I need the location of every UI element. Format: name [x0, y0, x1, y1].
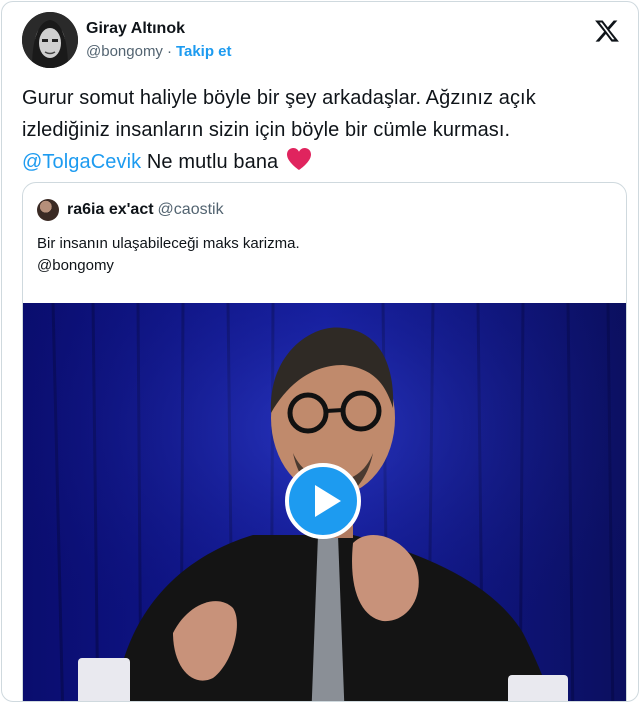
- tweet-embed-card: Giray Altınok @bongomy · Takip et Gurur so…: [1, 1, 639, 702]
- author-meta: @bongomy · Takip et: [86, 41, 232, 63]
- play-button-icon[interactable]: [285, 463, 361, 539]
- author-handle[interactable]: @bongomy: [86, 43, 163, 60]
- quoted-author-name[interactable]: ra6ia ex'act: [67, 201, 154, 218]
- follow-button[interactable]: Takip et: [176, 43, 232, 60]
- quoted-tweet-text: Bir insanın ulaşabileceği maks karizma. …: [37, 233, 300, 277]
- author-name[interactable]: Giray Altınok: [86, 19, 232, 39]
- avatar-image: [22, 12, 78, 68]
- red-heart-icon: [286, 148, 311, 170]
- video-thumbnail[interactable]: [23, 303, 626, 701]
- tweet-header: Giray Altınok @bongomy · Takip et: [22, 12, 622, 72]
- meta-separator: ·: [166, 43, 172, 60]
- tweet-text-line3: @TolgaCevik Ne mutlu bana: [22, 146, 618, 178]
- quoted-author-handle[interactable]: @caostik: [158, 201, 224, 218]
- tweet-text-line2: izlediğiniz insanların sizin için böyle …: [22, 119, 511, 141]
- mention-link[interactable]: @TolgaCevik: [22, 151, 141, 173]
- quoted-text-line2: @bongomy: [37, 257, 114, 274]
- tweet-text-tail: Ne mutlu bana: [141, 151, 279, 173]
- quoted-text-line1: Bir insanın ulaşabileceği maks karizma.: [37, 235, 300, 252]
- quoted-author: ra6ia ex'act @caostik: [67, 201, 224, 219]
- author-info: Giray Altınok @bongomy · Takip et: [86, 19, 232, 63]
- x-logo-icon[interactable]: [594, 18, 620, 44]
- quoted-tweet[interactable]: ra6ia ex'act @caostik Bir insanın ulaşabi…: [22, 182, 627, 701]
- quoted-author-avatar[interactable]: [37, 199, 59, 221]
- tweet-text: Gurur somut haliyle böyle bir şey arkada…: [22, 82, 618, 178]
- tweet-text-line1: Gurur somut haliyle böyle bir şey arkada…: [22, 87, 536, 109]
- author-avatar[interactable]: [22, 12, 78, 68]
